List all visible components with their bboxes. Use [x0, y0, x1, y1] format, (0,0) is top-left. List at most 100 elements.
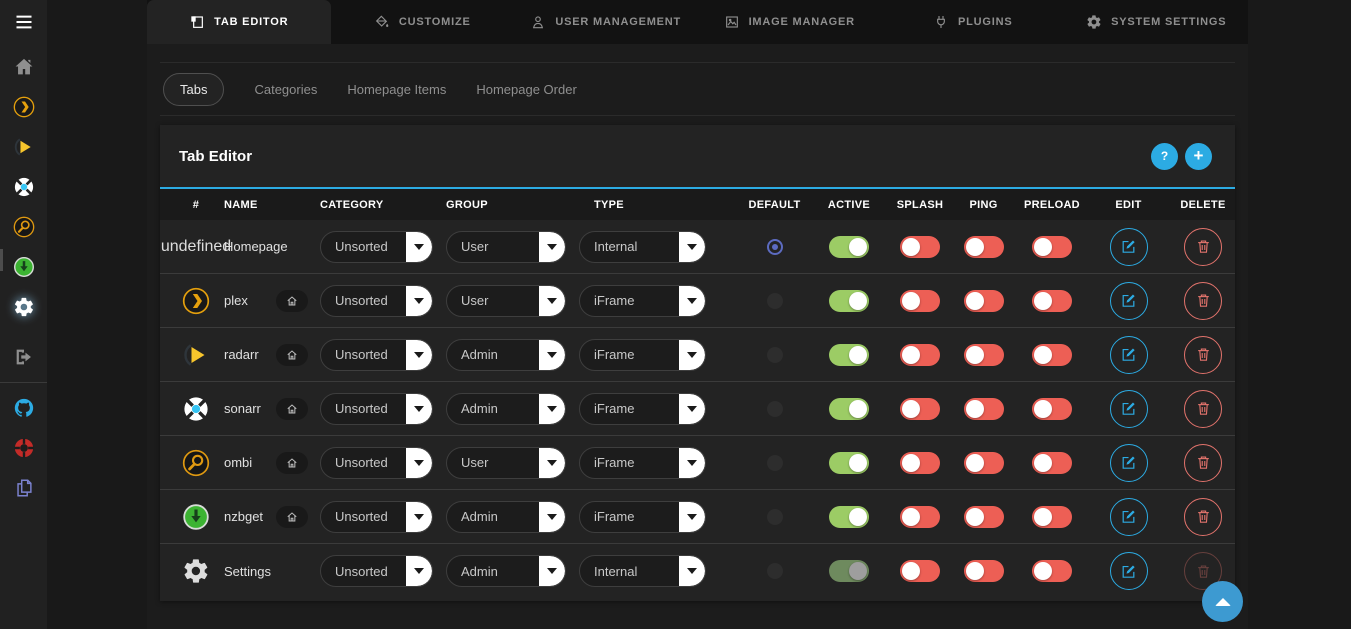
category-select[interactable]: Unsorted [320, 501, 433, 533]
group-select[interactable]: User [446, 447, 566, 479]
edit-button[interactable] [1110, 390, 1148, 428]
ping-toggle[interactable] [964, 398, 1004, 420]
group-select[interactable]: User [446, 231, 566, 263]
ping-toggle[interactable] [964, 236, 1004, 258]
sidebar-item-nzbget[interactable] [0, 247, 47, 287]
preload-toggle[interactable] [1032, 452, 1072, 474]
tab-tab-editor[interactable]: TAB EDITOR [147, 0, 331, 44]
ping-toggle[interactable] [964, 344, 1004, 366]
default-radio[interactable] [767, 509, 783, 525]
edit-button[interactable] [1110, 552, 1148, 590]
type-select[interactable]: iFrame [579, 285, 706, 317]
tab-name: plex [224, 293, 248, 308]
category-select[interactable]: Unsorted [320, 393, 433, 425]
type-select[interactable]: iFrame [579, 339, 706, 371]
preload-toggle[interactable] [1032, 344, 1072, 366]
scroll-to-top-button[interactable] [1202, 581, 1243, 622]
default-radio[interactable] [767, 455, 783, 471]
category-select[interactable]: Unsorted [320, 447, 433, 479]
add-tab-button[interactable]: + [1185, 143, 1212, 170]
ping-toggle[interactable] [964, 560, 1004, 582]
splash-toggle[interactable] [900, 344, 940, 366]
subtab-homepage-items[interactable]: Homepage Items [347, 82, 446, 97]
ping-toggle[interactable] [964, 452, 1004, 474]
group-select[interactable]: Admin [446, 339, 566, 371]
splash-toggle[interactable] [900, 236, 940, 258]
type-select[interactable]: iFrame [579, 447, 706, 479]
active-toggle[interactable] [829, 290, 869, 312]
type-select[interactable]: Internal [579, 231, 706, 263]
delete-button[interactable] [1184, 390, 1222, 428]
default-radio[interactable] [767, 401, 783, 417]
category-select[interactable]: Unsorted [320, 555, 433, 587]
active-toggle[interactable] [829, 398, 869, 420]
default-radio[interactable] [767, 347, 783, 363]
group-select[interactable]: User [446, 285, 566, 317]
edit-button[interactable] [1110, 498, 1148, 536]
splash-toggle[interactable] [900, 290, 940, 312]
preload-toggle[interactable] [1032, 236, 1072, 258]
delete-button[interactable] [1184, 336, 1222, 374]
default-radio[interactable] [767, 239, 783, 255]
tab-name: ombi [224, 455, 252, 470]
category-select[interactable]: Unsorted [320, 285, 433, 317]
splash-toggle[interactable] [900, 560, 940, 582]
main-content: TAB EDITORCUSTOMIZEUSER MANAGEMENTIMAGE … [147, 0, 1248, 629]
tab-user-management[interactable]: USER MANAGEMENT [514, 0, 698, 44]
delete-button[interactable] [1184, 498, 1222, 536]
delete-button[interactable] [1184, 228, 1222, 266]
group-select[interactable]: Admin [446, 393, 566, 425]
sidebar-item-support[interactable] [0, 428, 47, 468]
delete-button[interactable] [1184, 282, 1222, 320]
type-select[interactable]: iFrame [579, 501, 706, 533]
default-radio[interactable] [767, 293, 783, 309]
group-select[interactable]: Admin [446, 555, 566, 587]
category-select[interactable]: Unsorted [320, 231, 433, 263]
subtab-tabs[interactable]: Tabs [163, 73, 224, 106]
subtab-categories[interactable]: Categories [254, 82, 317, 97]
tab-customize[interactable]: CUSTOMIZE [331, 0, 515, 44]
nzbget-icon [182, 503, 210, 531]
help-button[interactable]: ? [1151, 143, 1178, 170]
category-select[interactable]: Unsorted [320, 339, 433, 371]
subtab-homepage-order[interactable]: Homepage Order [476, 82, 576, 97]
sidebar-item-sonarr[interactable] [0, 167, 47, 207]
sidebar-scrollbar[interactable] [0, 249, 3, 271]
preload-toggle[interactable] [1032, 506, 1072, 528]
tab-system-settings[interactable]: SYSTEM SETTINGS [1065, 0, 1249, 44]
preload-toggle[interactable] [1032, 290, 1072, 312]
sidebar-item-home[interactable] [0, 47, 47, 87]
active-toggle[interactable] [829, 344, 869, 366]
edit-button[interactable] [1110, 444, 1148, 482]
sidebar-item-plex[interactable] [0, 87, 47, 127]
sidebar-item-ombi[interactable] [0, 207, 47, 247]
sidebar-item-settings[interactable] [0, 287, 47, 327]
active-toggle[interactable] [829, 452, 869, 474]
splash-toggle[interactable] [900, 506, 940, 528]
type-select[interactable]: iFrame [579, 393, 706, 425]
active-toggle[interactable] [829, 560, 869, 582]
splash-toggle[interactable] [900, 452, 940, 474]
tab-name: radarr [224, 347, 259, 362]
sidebar-item-pages[interactable] [0, 468, 47, 508]
sidebar-item-github[interactable] [0, 388, 47, 428]
preload-toggle[interactable] [1032, 560, 1072, 582]
splash-toggle[interactable] [900, 398, 940, 420]
delete-button[interactable] [1184, 444, 1222, 482]
active-toggle[interactable] [829, 506, 869, 528]
type-select[interactable]: Internal [579, 555, 706, 587]
tab-image-manager[interactable]: IMAGE MANAGER [698, 0, 882, 44]
ping-toggle[interactable] [964, 290, 1004, 312]
group-select[interactable]: Admin [446, 501, 566, 533]
default-radio[interactable] [767, 563, 783, 579]
edit-button[interactable] [1110, 336, 1148, 374]
tab-plugins[interactable]: PLUGINS [881, 0, 1065, 44]
menu-icon[interactable] [0, 0, 47, 44]
active-toggle[interactable] [829, 236, 869, 258]
edit-button[interactable] [1110, 228, 1148, 266]
sidebar-item-radarr[interactable] [0, 127, 47, 167]
sidebar-item-logout[interactable] [0, 337, 47, 377]
ping-toggle[interactable] [964, 506, 1004, 528]
preload-toggle[interactable] [1032, 398, 1072, 420]
edit-button[interactable] [1110, 282, 1148, 320]
